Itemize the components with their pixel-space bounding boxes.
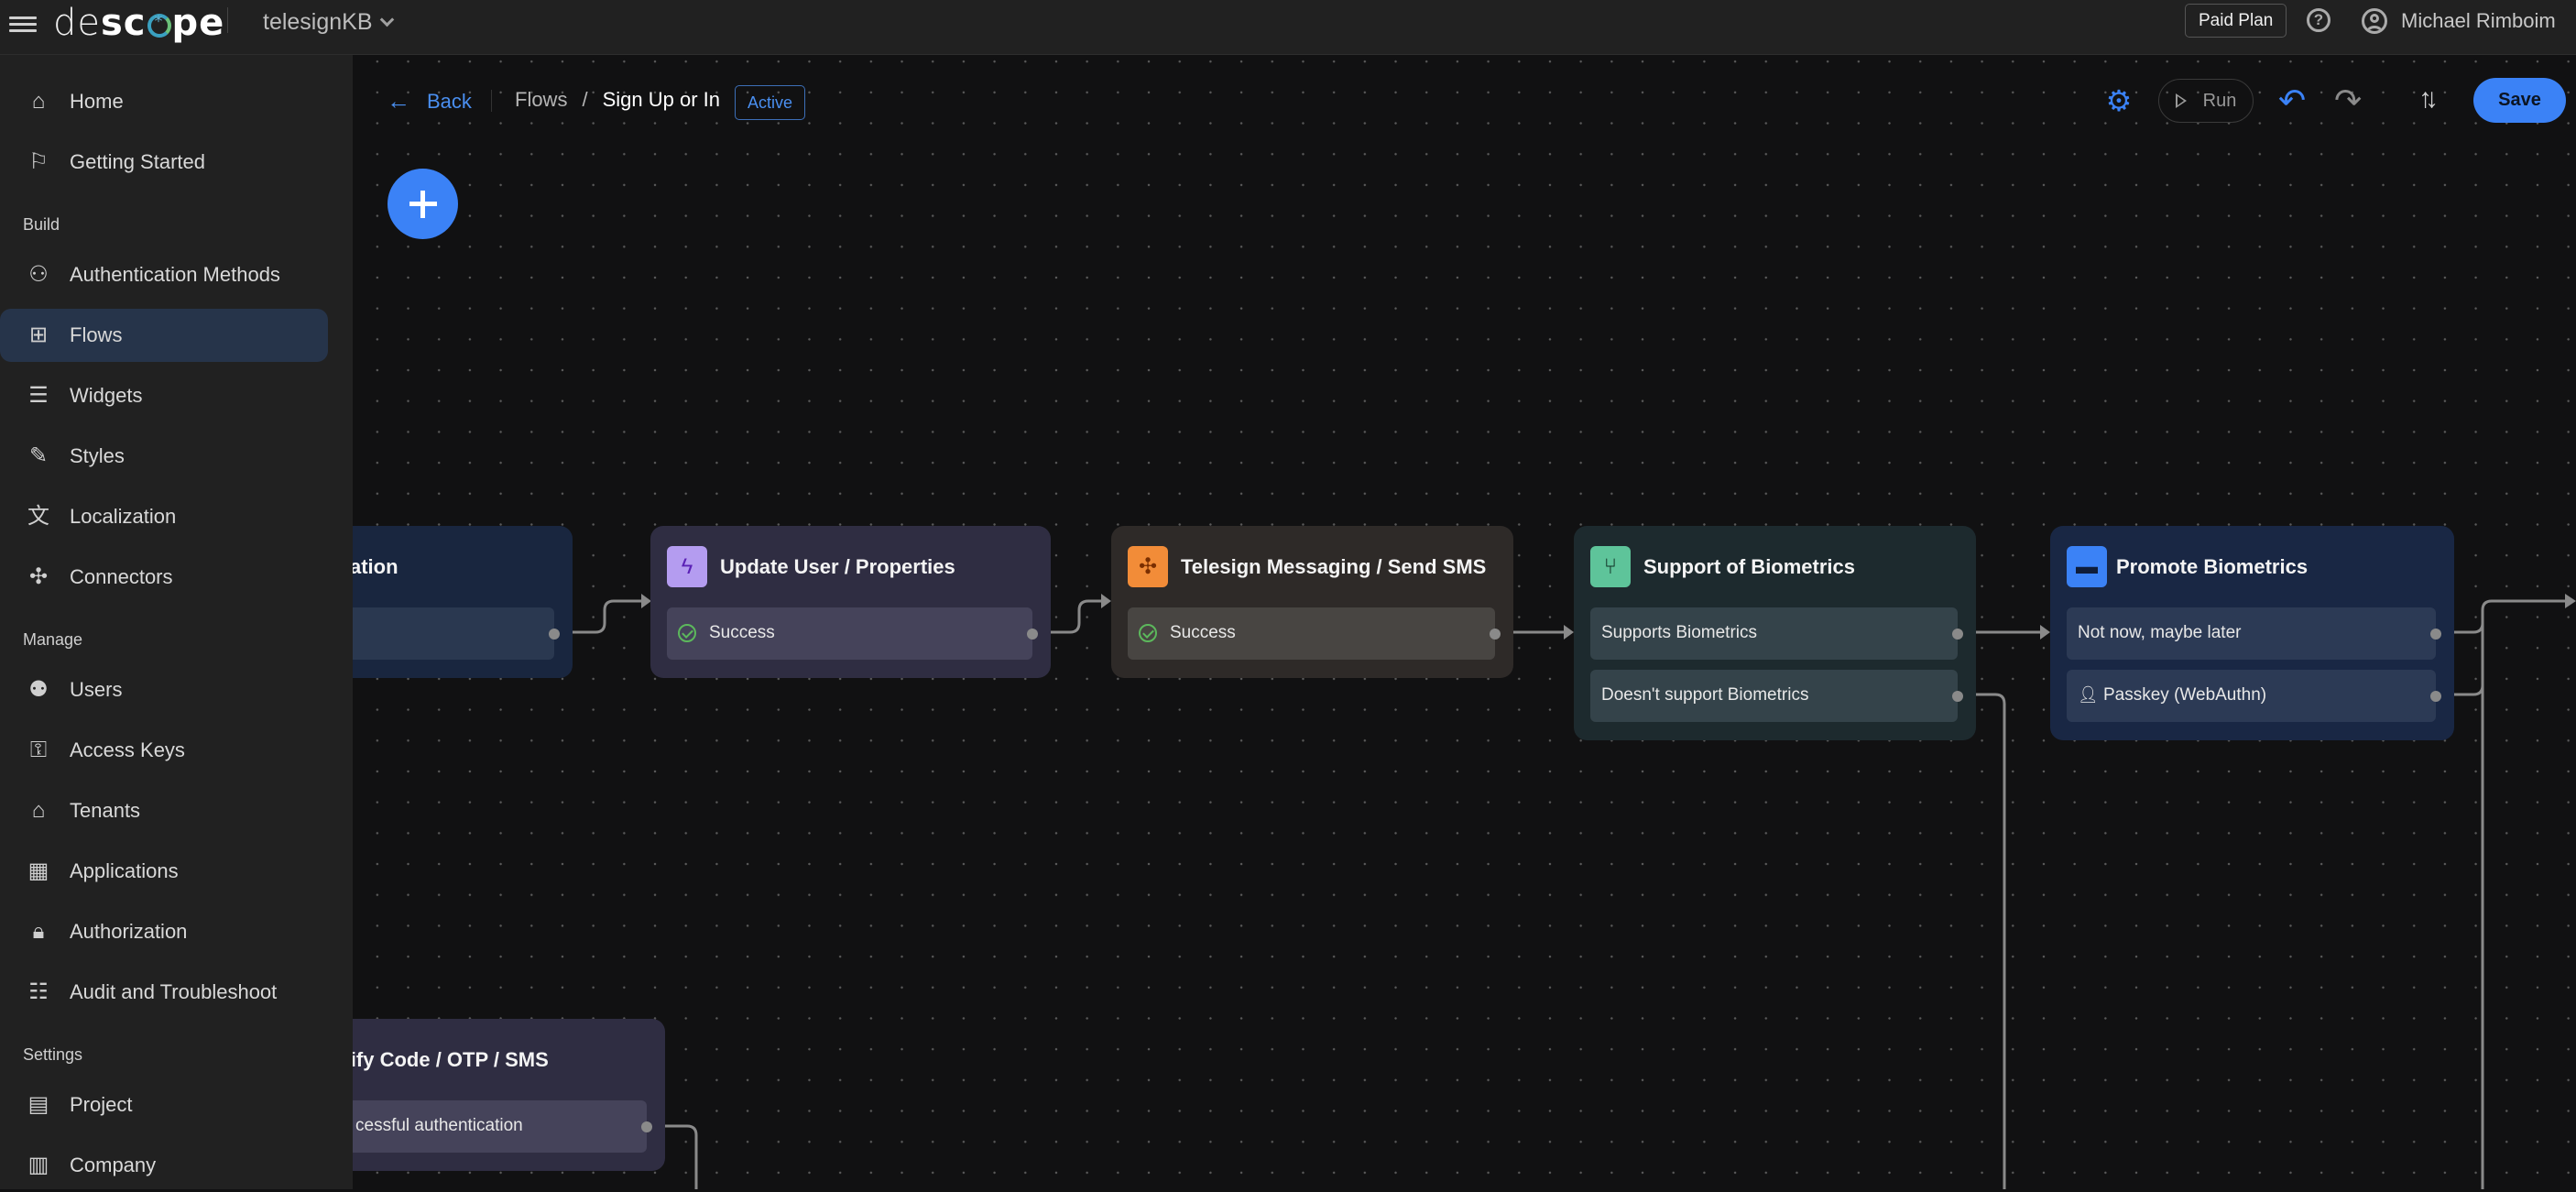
sidebar-item-authentication-methods[interactable]: ⚇ Authentication Methods xyxy=(0,248,328,301)
sidebar-item-tenants[interactable]: ⌂ Tenants xyxy=(0,784,328,837)
output-port[interactable] xyxy=(1027,629,1038,640)
folder-icon: ▤ xyxy=(27,1092,49,1117)
descope-logo[interactable]: descpe xyxy=(53,2,224,44)
sidebar-item-connectors[interactable]: ✣ Connectors xyxy=(0,551,328,604)
sidebar-item-project[interactable]: ▤ Project xyxy=(0,1078,328,1132)
node-title: Support of Biometrics xyxy=(1643,555,1856,578)
node-title: Promote Biometrics xyxy=(2116,555,2309,578)
node-title: ation xyxy=(350,555,398,578)
divider xyxy=(227,7,228,33)
tenants-icon: ⌂ xyxy=(31,798,46,823)
users-icon: ⚉ xyxy=(28,677,49,702)
node-output-supports[interactable]: Supports Biometrics xyxy=(1590,607,1963,660)
translate-icon: 文 xyxy=(27,504,49,529)
sidebar-item-authorization[interactable]: 🔒︎ Authorization xyxy=(0,905,328,958)
output-port[interactable] xyxy=(2430,691,2441,702)
sidebar-item-getting-started[interactable]: ⚐ Getting Started xyxy=(0,136,328,189)
plan-badge[interactable]: Paid Plan xyxy=(2185,4,2287,38)
node-output-passkey[interactable]: 👤︎ Passkey (WebAuthn) xyxy=(2067,670,2441,722)
user-name[interactable]: Michael Rimboim xyxy=(2401,9,2556,33)
project-name: telesignKB xyxy=(263,9,373,35)
output-port[interactable] xyxy=(1490,629,1501,640)
section-build: Build xyxy=(23,215,60,234)
flag-icon: ⚐ xyxy=(28,149,49,174)
check-circle-icon xyxy=(1139,624,1157,642)
node-title: erify Code / OTP / SMS xyxy=(332,1048,549,1071)
sidebar-item-home[interactable]: ⌂ Home xyxy=(0,75,328,128)
sidebar-item-localization[interactable]: 文 Localization xyxy=(0,490,328,543)
edge-arrow xyxy=(1101,594,1111,608)
edge-5-out xyxy=(2481,599,2565,1189)
edge-arrow xyxy=(1564,625,1574,640)
project-selector[interactable]: telesignKB xyxy=(263,9,394,36)
edge-arrow xyxy=(2040,625,2050,640)
top-bar: descpe telesignKB Paid Plan ? Michael Ri… xyxy=(0,0,2576,55)
home-icon: ⌂ xyxy=(31,89,46,114)
logo-mark-icon xyxy=(147,12,171,38)
output-port[interactable] xyxy=(549,629,560,640)
sidebar-item-styles[interactable]: ✎ Styles xyxy=(0,430,328,483)
menu-icon[interactable] xyxy=(9,13,37,40)
node-title: Update User / Properties xyxy=(720,555,955,578)
user-check-icon: ⚇ xyxy=(28,262,49,287)
output-port[interactable] xyxy=(641,1121,652,1132)
edge-arrow xyxy=(2565,594,2576,608)
flow-node-promote-biometrics[interactable]: ▬ Promote Biometrics Not now, maybe late… xyxy=(2050,526,2454,740)
flow-node-support-biometrics[interactable]: ⑂ Support of Biometrics Supports Biometr… xyxy=(1574,526,1976,740)
building-icon: ▥ xyxy=(27,1153,49,1177)
sidebar-item-company[interactable]: ▥ Company xyxy=(0,1139,328,1192)
grid-icon: ▦ xyxy=(27,858,49,883)
section-manage: Manage xyxy=(23,630,83,649)
sidebar: ⌂ Home ⚐ Getting Started Build ⚇ Authentica… xyxy=(0,55,353,1189)
output-port[interactable] xyxy=(2430,629,2441,640)
arrow-left-icon: ← xyxy=(387,87,410,115)
key-icon: ⚿ xyxy=(29,738,48,762)
output-port[interactable] xyxy=(1952,691,1963,702)
node-output-success[interactable]: Success xyxy=(1128,607,1501,660)
sidebar-item-widgets[interactable]: ☰ Widgets xyxy=(0,369,328,422)
node-output-success[interactable]: Success xyxy=(667,607,1038,660)
list-icon: ☷ xyxy=(28,979,49,1004)
flow-icon: ⊞ xyxy=(28,323,49,347)
brush-icon: ✎ xyxy=(28,443,49,468)
puzzle-icon: ✣ xyxy=(28,564,49,589)
condition-icon: ⑂ xyxy=(1590,546,1631,587)
flow-node-telesign-send-sms[interactable]: ✣ Telesign Messaging / Send SMS Success xyxy=(1111,526,1513,678)
help-icon[interactable]: ? xyxy=(2307,8,2330,32)
widget-icon: ☰ xyxy=(28,383,49,408)
section-settings: Settings xyxy=(23,1045,83,1064)
sidebar-item-audit[interactable]: ☷ Audit and Troubleshoot xyxy=(0,966,328,1019)
connector-icon: ✣ xyxy=(1128,546,1168,587)
node-output-not-supports[interactable]: Doesn't support Biometrics xyxy=(1590,670,1963,722)
add-node-button[interactable] xyxy=(387,169,458,239)
flow-node-update-user[interactable]: ϟ Update User / Properties Success xyxy=(650,526,1051,678)
back-button[interactable]: ← Back xyxy=(387,87,472,115)
user-avatar-icon[interactable] xyxy=(2362,8,2387,34)
node-output-not-now[interactable]: Not now, maybe later xyxy=(2067,607,2441,660)
sidebar-item-access-keys[interactable]: ⚿ Access Keys xyxy=(0,724,328,777)
sidebar-item-applications[interactable]: ▦ Applications xyxy=(0,845,328,898)
node-title: Telesign Messaging / Send SMS xyxy=(1181,555,1487,578)
chevron-down-icon xyxy=(379,12,394,27)
screen-icon: ▬ xyxy=(2067,546,2107,587)
sidebar-item-flows[interactable]: ⊞ Flows xyxy=(0,309,328,362)
lock-icon: 🔒︎ xyxy=(32,919,45,944)
check-circle-icon xyxy=(678,624,696,642)
bolt-icon: ϟ xyxy=(667,546,707,587)
edge-4-down xyxy=(1958,693,2006,1189)
sidebar-item-users[interactable]: ⚉ Users xyxy=(0,663,328,716)
output-port[interactable] xyxy=(1952,629,1963,640)
user-key-icon: 👤︎ xyxy=(2078,685,2099,704)
